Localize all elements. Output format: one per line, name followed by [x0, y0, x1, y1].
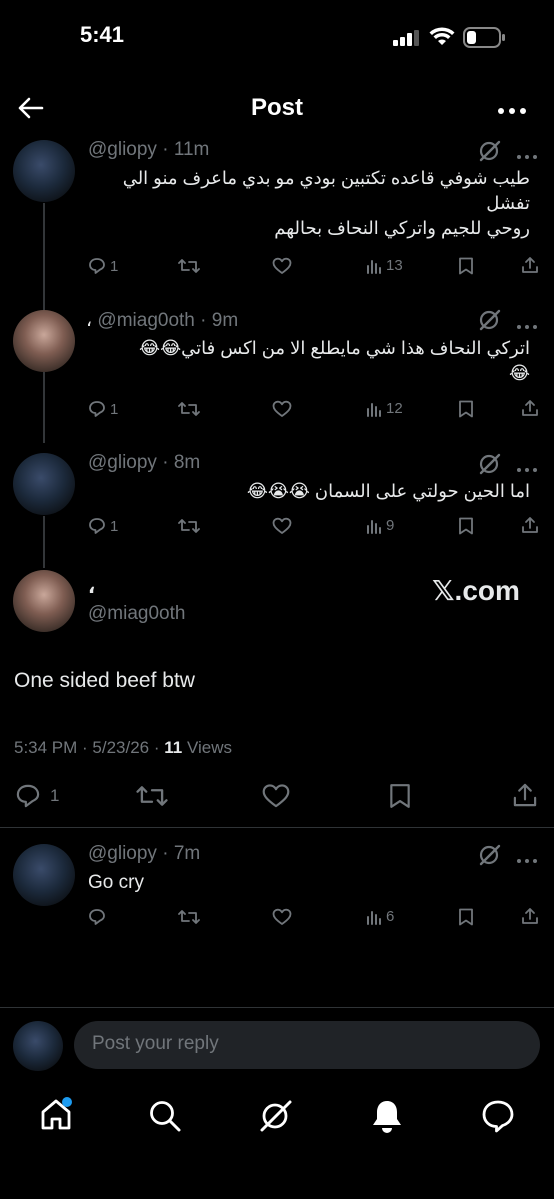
divider	[0, 827, 554, 828]
reply-button[interactable]	[88, 908, 106, 926]
grok-icon[interactable]	[478, 309, 502, 336]
nav-messages[interactable]	[480, 1098, 516, 1139]
bell-icon	[373, 1101, 401, 1133]
repost-button[interactable]	[178, 517, 200, 535]
tweet-text-2: اتركي النحاف هذا شي مايطلع الا من اكس فا…	[139, 338, 530, 383]
avatar[interactable]	[13, 140, 75, 202]
grok-icon	[260, 1100, 292, 1132]
nav-notifications[interactable]	[370, 1098, 404, 1139]
bookmark-button[interactable]	[388, 783, 412, 809]
grok-icon[interactable]	[478, 844, 502, 871]
bookmark-button[interactable]	[458, 257, 474, 275]
battery-icon	[463, 27, 505, 54]
tweet-text-3: اما الحين حولتي على السمان 😭😭😂	[246, 481, 530, 501]
reply-button[interactable]: 1	[14, 783, 59, 809]
reply-input-placeholder: Post your reply	[92, 1033, 219, 1054]
avatar[interactable]	[13, 453, 75, 515]
views-button[interactable]: 9	[366, 517, 394, 534]
tweet-handle-3[interactable]: @gliopy · 8m	[88, 452, 200, 474]
repost-button[interactable]	[178, 908, 200, 926]
source-label: 𝕏.com	[432, 575, 520, 606]
chat-icon	[482, 1100, 514, 1133]
post-meta: 5:34 PM · 5/23/26 · 11 Views	[14, 738, 232, 757]
avatar	[13, 1021, 63, 1071]
repost-button[interactable]	[178, 257, 200, 275]
reply-button[interactable]: 1	[88, 257, 118, 275]
wifi-icon	[429, 27, 455, 52]
post-text: One sided beef btw	[14, 669, 195, 692]
author-display-name[interactable]: ،	[88, 576, 95, 599]
thread-connector	[43, 516, 45, 568]
nav-home[interactable]	[38, 1097, 74, 1138]
nav-grok[interactable]	[258, 1098, 294, 1139]
like-button[interactable]	[272, 400, 292, 418]
tweet-more-icon[interactable]	[516, 147, 538, 165]
like-button[interactable]	[261, 783, 291, 809]
like-button[interactable]	[272, 257, 292, 275]
tweet-handle-1[interactable]: @gliopy · 11m	[88, 139, 209, 161]
share-button[interactable]	[521, 256, 539, 274]
share-button[interactable]	[521, 907, 539, 925]
reply-button[interactable]: 1	[88, 400, 118, 418]
avatar[interactable]	[13, 570, 75, 632]
reply-handle[interactable]: @gliopy · 7m	[88, 843, 200, 865]
bookmark-button[interactable]	[458, 517, 474, 535]
nav-search[interactable]	[148, 1099, 182, 1138]
divider	[0, 1007, 554, 1008]
more-options-icon[interactable]	[497, 103, 527, 121]
repost-button[interactable]	[178, 400, 200, 418]
avatar[interactable]	[13, 844, 75, 906]
share-button[interactable]	[521, 399, 539, 417]
bookmark-button[interactable]	[458, 400, 474, 418]
reply-text: Go cry	[88, 872, 144, 893]
tweet-more-icon[interactable]	[516, 851, 538, 869]
share-button[interactable]	[521, 516, 539, 534]
reply-button[interactable]: 1	[88, 517, 118, 535]
bookmark-button[interactable]	[458, 908, 474, 926]
like-button[interactable]	[272, 908, 292, 926]
search-icon	[150, 1101, 181, 1132]
avatar[interactable]	[13, 310, 75, 372]
cellular-signal-icon	[393, 30, 421, 51]
tweet-handle-2[interactable]: ، @miag0oth · 9m	[86, 309, 238, 332]
tweet-more-icon[interactable]	[516, 317, 538, 335]
share-button[interactable]	[512, 782, 538, 808]
status-time: 5:41	[80, 22, 125, 47]
author-handle[interactable]: @miag0oth	[88, 603, 185, 625]
views-button[interactable]: 12	[366, 400, 403, 417]
home-icon	[41, 1097, 72, 1130]
like-button[interactable]	[272, 517, 292, 535]
tweet-text-1: طيب شوفي قاعده تكتبين بودي مو بدي ماعرف …	[122, 168, 530, 238]
grok-icon[interactable]	[478, 140, 502, 167]
repost-button[interactable]	[136, 783, 168, 809]
page-title: Post	[250, 94, 303, 121]
views-button[interactable]: 13	[366, 257, 403, 274]
views-button[interactable]: 6	[366, 908, 394, 925]
grok-icon[interactable]	[478, 453, 502, 480]
tweet-more-icon[interactable]	[516, 460, 538, 478]
